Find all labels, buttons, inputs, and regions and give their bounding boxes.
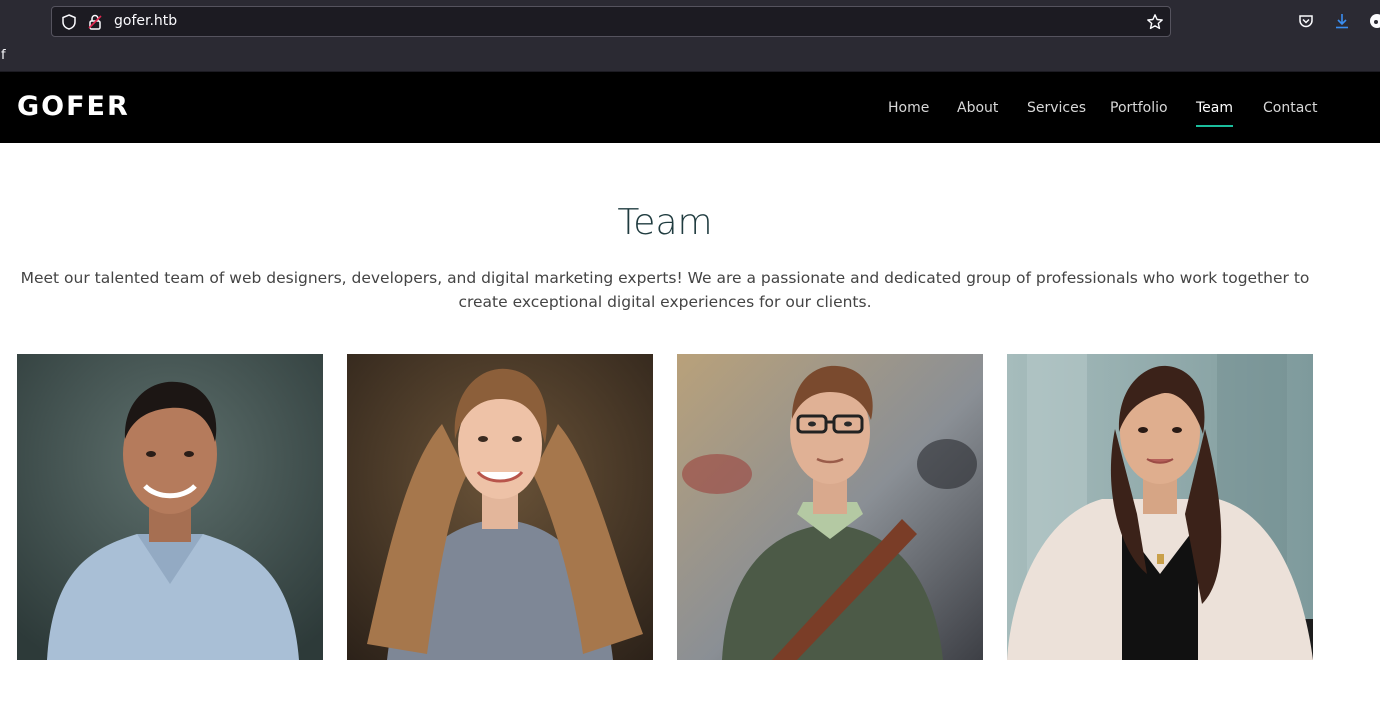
lock-warning-icon[interactable] [86,13,104,31]
team-member-photo-2 [347,354,653,660]
bookmark-item[interactable]: f [1,48,6,63]
nav-about[interactable]: About [957,100,998,116]
browser-toolbar: gofer.htb [0,0,1380,44]
bookmarks-toolbar: f [0,44,1380,72]
site-header: GOFER Home About Services Portfolio Team… [0,72,1380,143]
site-logo[interactable]: GOFER [17,91,130,122]
pocket-icon[interactable] [1297,12,1315,30]
download-icon[interactable] [1333,12,1351,30]
team-member-photo-3 [677,354,983,660]
account-icon[interactable] [1368,12,1380,30]
nav-contact[interactable]: Contact [1263,100,1317,116]
section-description: Meet our talented team of web designers,… [20,269,1310,311]
shield-icon[interactable] [60,13,78,31]
team-member-photo-4 [1007,354,1313,660]
nav-team[interactable]: Team [1196,100,1233,116]
nav-active-indicator [1196,125,1233,127]
address-bar[interactable]: gofer.htb [51,6,1171,37]
section-title: Team [617,202,713,243]
team-member-photo-1 [17,354,323,660]
url-text[interactable]: gofer.htb [114,13,177,29]
nav-home[interactable]: Home [888,100,929,116]
star-icon[interactable] [1146,13,1164,31]
nav-portfolio[interactable]: Portfolio [1110,100,1168,116]
nav-services[interactable]: Services [1027,100,1086,116]
